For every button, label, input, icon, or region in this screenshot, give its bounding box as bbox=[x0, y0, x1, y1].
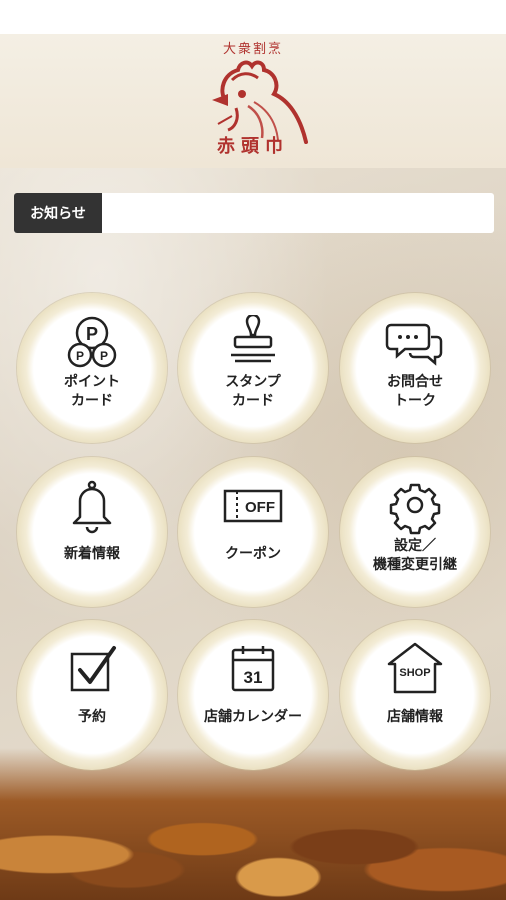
notice-label: お知らせ bbox=[14, 193, 102, 233]
logo: 大衆割烹 赤頭巾 bbox=[188, 36, 318, 164]
bell-icon bbox=[72, 480, 112, 534]
checkbox-icon bbox=[70, 646, 116, 692]
inquiry-talk-button[interactable]: お問合せ トーク bbox=[340, 293, 490, 443]
news-label: 新着情報 bbox=[64, 546, 120, 562]
coupon-label: クーポン bbox=[225, 546, 281, 562]
yakitori-photo bbox=[0, 748, 506, 900]
point-card-label: ポイント カード bbox=[64, 374, 120, 409]
notice-bar[interactable]: お知らせ bbox=[14, 193, 494, 233]
point-card-icon: P P P bbox=[67, 316, 117, 368]
coupon-off-text: OFF bbox=[245, 499, 275, 516]
shop-icon: SHOP bbox=[387, 642, 443, 694]
settings-label: 設定／ 機種変更引継 bbox=[373, 538, 457, 573]
stamp-card-label: スタンプ カード bbox=[225, 374, 281, 409]
reservation-label: 予約 bbox=[78, 709, 106, 725]
stamp-card-button[interactable]: スタンプ カード bbox=[178, 293, 328, 443]
calendar-icon: 31 bbox=[231, 646, 275, 692]
news-button[interactable]: 新着情報 bbox=[17, 457, 167, 607]
reservation-button[interactable]: 予約 bbox=[17, 620, 167, 770]
shop-sign-text: SHOP bbox=[399, 667, 430, 679]
coupon-button[interactable]: OFF クーポン bbox=[178, 457, 328, 607]
settings-button[interactable]: 設定／ 機種変更引継 bbox=[340, 457, 490, 607]
logo-bottom-text: 赤頭巾 bbox=[217, 136, 289, 157]
chat-bubbles-icon bbox=[385, 323, 443, 366]
inquiry-talk-label: お問合せ トーク bbox=[387, 374, 443, 409]
status-bar bbox=[0, 0, 506, 34]
svg-text:P: P bbox=[100, 349, 108, 363]
coupon-off-icon: OFF bbox=[223, 489, 283, 523]
svg-text:P: P bbox=[76, 349, 84, 363]
store-info-label: 店舗情報 bbox=[387, 709, 443, 725]
gear-icon bbox=[389, 483, 441, 535]
store-calendar-label: 店舗カレンダー bbox=[204, 709, 302, 725]
store-calendar-button[interactable]: 31 店舗カレンダー bbox=[178, 620, 328, 770]
calendar-day-text: 31 bbox=[244, 668, 263, 687]
stamp-icon bbox=[231, 315, 275, 363]
store-info-button[interactable]: SHOP 店舗情報 bbox=[340, 620, 490, 770]
point-card-button[interactable]: P P P ポイント カード bbox=[17, 293, 167, 443]
header: 大衆割烹 赤頭巾 bbox=[0, 34, 506, 168]
svg-text:P: P bbox=[86, 324, 98, 344]
